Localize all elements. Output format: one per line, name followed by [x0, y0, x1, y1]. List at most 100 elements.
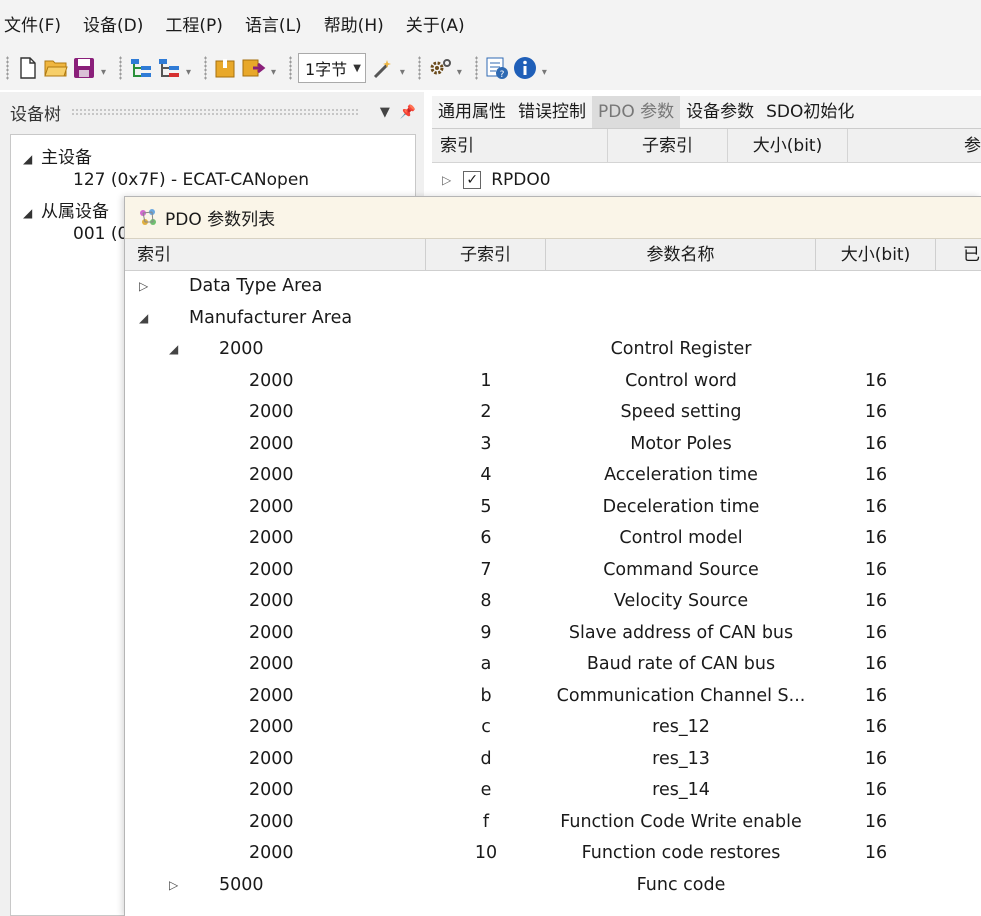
table-row[interactable]: 2000 10 Function code restores 16	[125, 838, 981, 870]
tab-general[interactable]: 通用属性	[432, 96, 512, 128]
table-row[interactable]: 2000 8 Velocity Source 16	[125, 586, 981, 618]
col-extra[interactable]: 已	[936, 239, 981, 271]
help-document-icon[interactable]: ?	[484, 55, 510, 81]
svg-text:?: ?	[500, 70, 505, 80]
col-subindex[interactable]: 子索引	[426, 239, 546, 271]
dialog-titlebar[interactable]: PDO 参数列表	[125, 197, 981, 239]
menu-file[interactable]: 文件(F)	[4, 11, 61, 36]
panel-dropdown-icon[interactable]: ▼	[380, 105, 390, 120]
table-row[interactable]: 2000 d res_13 16	[125, 744, 981, 776]
menu-device[interactable]: 设备(D)	[83, 11, 143, 36]
toolbar-grip[interactable]	[119, 56, 122, 80]
pdo-grid-col-index[interactable]: 索引	[432, 129, 608, 163]
table-row[interactable]: 2000 3 Motor Poles 16	[125, 429, 981, 461]
tree-node-slave-child[interactable]: 001 (0	[73, 224, 128, 244]
row-param-name: res_12	[652, 717, 710, 737]
row-param-name: Velocity Source	[613, 591, 749, 611]
pdo-grid-col-params[interactable]: 参	[848, 129, 981, 163]
settings-dropdown-icon[interactable]: ▾	[457, 67, 467, 78]
menu-project[interactable]: 工程(P)	[165, 11, 223, 36]
magic-wand-icon[interactable]	[370, 55, 396, 81]
table-row[interactable]: 2000 f Function Code Write enable 16	[125, 807, 981, 839]
table-row[interactable]: 2000 4 Acceleration time 16	[125, 460, 981, 492]
info-icon[interactable]	[512, 55, 538, 81]
device-dropdown-icon[interactable]: ▾	[186, 67, 196, 78]
table-row[interactable]: 2000 5 Deceleration time 16	[125, 492, 981, 524]
panel-drag-grip[interactable]	[71, 108, 360, 116]
parent-row-5000[interactable]: ▷ 5000 Func code	[125, 870, 981, 902]
row-param-name: Command Source	[603, 559, 759, 580]
settings-gear-icon[interactable]	[427, 55, 453, 81]
pdo-grid-col-size[interactable]: 大小(bit)	[728, 129, 848, 163]
toolbar-grip[interactable]	[6, 56, 9, 80]
group-row-manufacturer[interactable]: ◢ Manufacturer Area	[125, 303, 981, 335]
toolbar-grip[interactable]	[289, 56, 292, 80]
row-index: 2000	[249, 528, 294, 548]
add-device-icon[interactable]	[128, 55, 154, 81]
group-row-data-type[interactable]: ▷ Data Type Area	[125, 271, 981, 303]
dialog-grid-body: ▷ Data Type Area ◢ Manufacturer Area ◢ 2…	[125, 271, 981, 916]
byte-size-select[interactable]: 1字节 ▼	[298, 53, 366, 83]
table-row[interactable]: 2000 a Baud rate of CAN bus 16	[125, 649, 981, 681]
tree-node-master-child[interactable]: 127 (0x7F) - ECAT-CANopen	[73, 170, 309, 190]
expanded-triangle-icon[interactable]: ◢	[23, 206, 41, 220]
table-row[interactable]: 2000 1 Control word 16	[125, 366, 981, 398]
table-row[interactable]: 2000 7 Command Source 16	[125, 555, 981, 587]
collapsed-triangle-icon[interactable]: ▷	[169, 870, 178, 902]
expanded-triangle-icon[interactable]: ◢	[139, 303, 148, 335]
rpdo-label: RPDO0	[491, 170, 551, 190]
open-folder-icon[interactable]	[43, 55, 69, 81]
table-row[interactable]: 2000 c res_12 16	[125, 712, 981, 744]
collapsed-triangle-icon[interactable]: ▷	[139, 271, 148, 303]
pin-icon[interactable]: 📌	[400, 105, 416, 120]
device-tree-title: 设备树	[10, 104, 61, 125]
pdo-grid-col-subindex[interactable]: 子索引	[608, 129, 728, 163]
tree-node-slave-child-label: 001 (0	[73, 224, 129, 244]
parent-row-2000[interactable]: ◢ 2000 Control Register	[125, 334, 981, 366]
tree-node-slave[interactable]: ◢ 从属设备	[23, 197, 109, 222]
new-file-icon[interactable]	[15, 55, 41, 81]
toolbar-grip[interactable]	[474, 56, 478, 80]
table-row[interactable]: 2000 6 Control model 16	[125, 523, 981, 555]
row-param-name: Function Code Write enable	[560, 811, 802, 832]
row-param-name: Acceleration time	[604, 465, 758, 485]
table-row[interactable]: 2000 e res_14 16	[125, 775, 981, 807]
wand-dropdown-icon[interactable]: ▾	[400, 67, 410, 78]
tab-error-control[interactable]: 错误控制	[512, 96, 592, 128]
tab-sdo-init[interactable]: SDO初始化	[760, 96, 860, 128]
export-dropdown-icon[interactable]: ▾	[271, 67, 281, 78]
export-icon[interactable]	[241, 55, 267, 81]
menu-language[interactable]: 语言(L)	[245, 11, 302, 36]
table-row[interactable]: 2000 9 Slave address of CAN bus 16	[125, 618, 981, 650]
col-param-name[interactable]: 参数名称	[546, 239, 816, 271]
parent-index: 2000	[219, 339, 264, 359]
row-subindex: e	[480, 780, 492, 800]
menu-about[interactable]: 关于(A)	[406, 11, 465, 36]
row-param-name: res_13	[652, 748, 710, 769]
row-subindex: c	[481, 717, 491, 737]
expanded-triangle-icon[interactable]: ◢	[23, 152, 41, 166]
save-dropdown-icon[interactable]: ▾	[101, 67, 111, 78]
remove-device-icon[interactable]	[156, 55, 182, 81]
table-row[interactable]: 2000 2 Speed setting 16	[125, 397, 981, 429]
tree-node-master[interactable]: ◢ 主设备	[23, 143, 92, 168]
col-size[interactable]: 大小(bit)	[816, 239, 936, 271]
menu-help[interactable]: 帮助(H)	[324, 11, 384, 36]
group-label: Manufacturer Area	[189, 307, 353, 328]
tab-pdo-params[interactable]: PDO 参数	[592, 96, 681, 128]
save-icon[interactable]	[71, 55, 97, 81]
row-subindex: 10	[474, 843, 498, 863]
rpdo-checkbox[interactable]: ✓	[463, 171, 482, 189]
import-icon[interactable]	[213, 55, 239, 81]
row-size: 16	[864, 370, 888, 391]
toolbar-grip[interactable]	[204, 56, 207, 80]
table-row[interactable]: 2000 b Communication Channel S... 16	[125, 681, 981, 713]
tab-device-params[interactable]: 设备参数	[680, 96, 760, 128]
property-tabs: 通用属性 错误控制 PDO 参数 设备参数 SDO初始化	[432, 96, 981, 128]
pdo-grid-row[interactable]: ▷ ✓ RPDO0	[432, 163, 981, 197]
expanded-triangle-icon[interactable]: ◢	[169, 334, 178, 366]
col-index[interactable]: 索引	[125, 239, 426, 271]
collapsed-triangle-icon[interactable]: ▷	[442, 173, 451, 187]
info-dropdown-icon[interactable]: ▾	[542, 67, 552, 78]
toolbar-grip[interactable]	[417, 56, 421, 80]
